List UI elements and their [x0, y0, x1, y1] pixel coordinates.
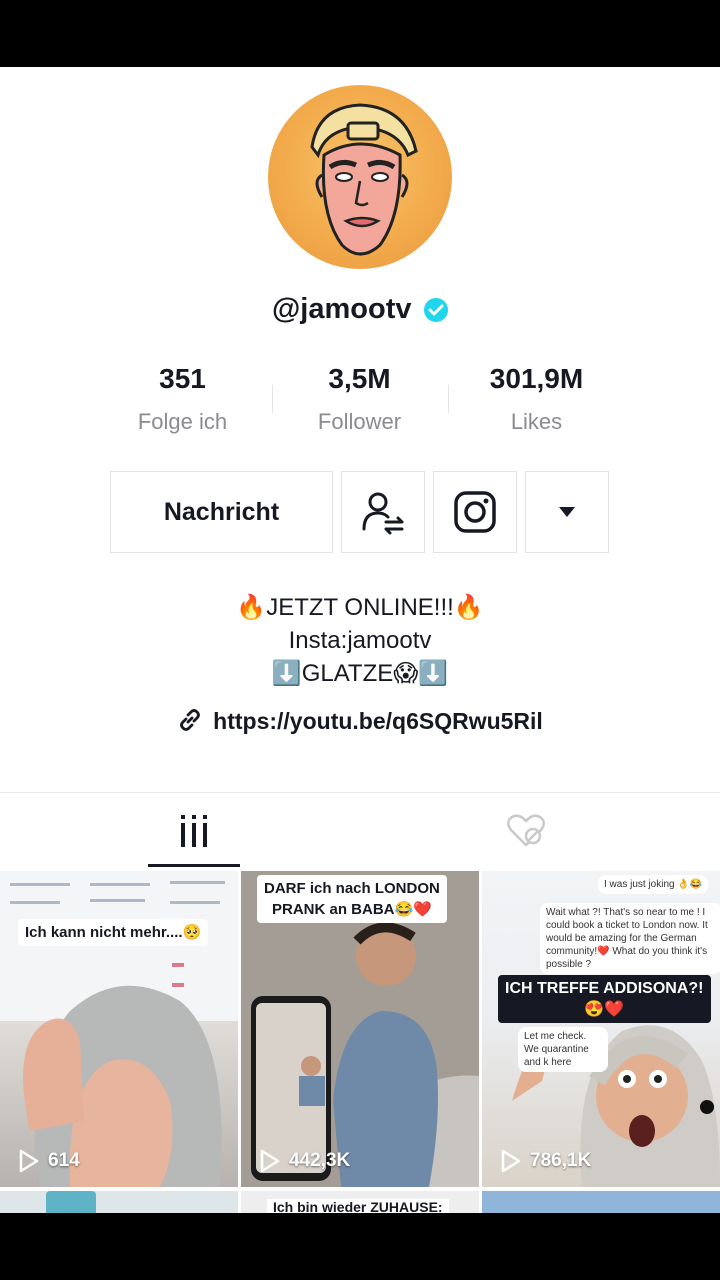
instagram-button[interactable]: [433, 471, 517, 553]
video-caption: ICH TREFFE ADDISONA?! 😍❤️: [498, 975, 711, 1023]
video-caption: DARF ich nach LONDON PRANK an BABA😂❤️: [257, 875, 447, 923]
username-row: @jamootv: [0, 293, 720, 326]
grid-bars-icon: [181, 815, 207, 847]
play-outline-icon: [501, 1149, 521, 1173]
active-tab-indicator: [148, 864, 240, 867]
scream-emoji: 😱: [393, 659, 419, 687]
fire-emoji: 🔥: [453, 593, 484, 621]
profile-tabs: [0, 793, 720, 869]
stat-followers[interactable]: 3,5M Follower: [271, 363, 448, 435]
video-caption-emoji: 😍❤️: [584, 1001, 625, 1018]
triangle-down-icon: [559, 507, 575, 517]
stat-value: 301,9M: [489, 363, 584, 394]
view-count-text: 614: [48, 1150, 80, 1171]
bio-link[interactable]: https://youtu.be/q6SQRwu5Ril: [0, 707, 720, 739]
chat-bubble: Wait what ?! That's so near to me ! I co…: [540, 903, 720, 974]
view-count-text: 786,1K: [530, 1150, 592, 1171]
stat-following[interactable]: 351 Folge ich: [94, 363, 271, 435]
play-outline-icon: [19, 1149, 39, 1173]
profile-screen: @jamootv 351 Folge ich 3,5M Follower 301…: [0, 67, 720, 1213]
view-count: 614: [18, 1149, 80, 1173]
verified-check-icon: [423, 297, 448, 322]
tab-liked[interactable]: [480, 793, 572, 869]
view-count: 786,1K: [500, 1149, 591, 1173]
down-arrow-emoji: ⬇️: [271, 659, 302, 687]
status-bar: [0, 0, 720, 67]
fire-emoji: 🔥: [236, 593, 267, 621]
chat-bubble: Let me check. We quarantine and k here: [518, 1027, 608, 1072]
profile-bio: 🔥JETZT ONLINE!!!🔥 Insta:jamootv ⬇️GLATZE…: [0, 591, 720, 690]
chat-bubble: I was just joking 👌😂: [598, 875, 709, 894]
stat-label: Follower: [317, 409, 402, 434]
stat-value: 3,5M: [328, 363, 391, 394]
video-thumbnail[interactable]: DARF ich nach LONDON PRANK an BABA😂❤️ 44…: [241, 871, 479, 1187]
video-thumbnail[interactable]: I was just joking 👌😂 Wait what ?! That's…: [482, 871, 720, 1187]
video-thumbnail[interactable]: [0, 1191, 238, 1213]
stat-value: 351: [159, 363, 206, 394]
video-grid: Ich kann nicht mehr....🥺 614 DARF ich na…: [0, 871, 720, 1213]
video-thumbnail[interactable]: Ich kann nicht mehr....🥺 614: [0, 871, 238, 1187]
heart-hidden-icon: [507, 814, 545, 847]
video-thumbnail[interactable]: [482, 1191, 720, 1213]
stat-label: Folge ich: [137, 409, 228, 434]
video-caption: Ich kann nicht mehr....🥺: [18, 919, 209, 946]
down-arrow-emoji: ⬇️: [418, 659, 449, 687]
link-icon: [177, 707, 203, 739]
bio-line-2: Insta:jamootv: [288, 627, 432, 654]
stat-label: Likes: [510, 409, 563, 434]
video-thumbnail[interactable]: Ich bin wieder ZUHAUSE:: [241, 1191, 479, 1213]
message-button[interactable]: Nachricht: [110, 471, 333, 553]
play-outline-icon: [260, 1149, 280, 1173]
stat-likes[interactable]: 301,9M Likes: [448, 363, 625, 435]
bio-line-3: ⬇️GLATZE😱⬇️: [0, 657, 720, 690]
profile-actions: Nachricht: [0, 471, 720, 555]
bio-line-1: 🔥JETZT ONLINE!!!🔥: [0, 591, 720, 624]
video-caption-line: PRANK an BABA😂❤️: [271, 901, 432, 918]
bio-link-text: https://youtu.be/q6SQRwu5Ril: [213, 708, 543, 735]
profile-stats: 351 Folge ich 3,5M Follower 301,9M Likes: [94, 363, 626, 443]
video-caption: Ich bin wieder ZUHAUSE:: [267, 1199, 449, 1213]
thumbnail-shape: [46, 1191, 96, 1213]
video-caption-line: ICH TREFFE ADDISONA?!: [505, 980, 704, 997]
tab-videos[interactable]: [148, 793, 240, 869]
username: @jamootv: [272, 293, 412, 325]
user-swap-icon: [362, 492, 404, 535]
view-count-text: 442,3K: [289, 1150, 351, 1171]
bio-line-3-text: GLATZE: [301, 660, 394, 687]
view-count: 442,3K: [259, 1149, 350, 1173]
follow-suggestions-button[interactable]: [341, 471, 425, 553]
bottom-bar: [0, 1213, 720, 1280]
instagram-icon: [454, 491, 496, 533]
video-caption-line: DARF ich nach LONDON: [264, 880, 440, 897]
avatar[interactable]: [268, 85, 452, 269]
bio-line-1-text: JETZT ONLINE!!!: [266, 594, 454, 621]
more-options-button[interactable]: [525, 471, 609, 553]
